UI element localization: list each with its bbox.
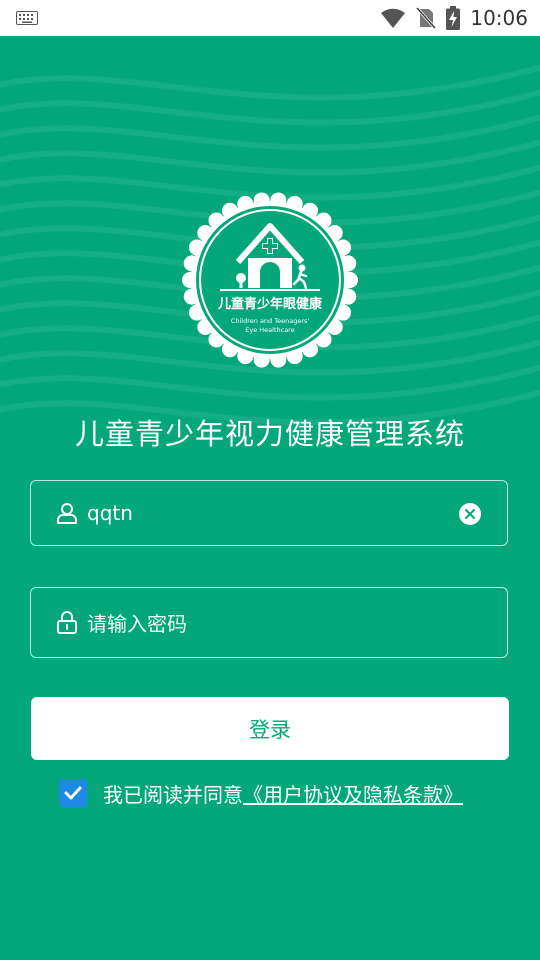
clear-icon[interactable] (459, 503, 481, 525)
lock-icon (57, 611, 77, 634)
logo-subtitle-line2: Eye Healthcare (245, 326, 294, 334)
agreement-prefix: 我已阅读并同意 (103, 782, 243, 807)
username-input[interactable]: qqtn (87, 481, 133, 545)
check-icon (64, 786, 82, 800)
username-field[interactable]: qqtn (30, 480, 508, 546)
app-title: 儿童青少年视力健康管理系统 (74, 417, 465, 451)
agreement-text: 我已阅读并同意《用户协议及隐私条款》 (103, 779, 463, 808)
no-sim-icon (416, 7, 437, 29)
logo-title: 儿童青少年眼健康 (217, 296, 323, 312)
clock: 10:06 (470, 6, 528, 30)
login-button[interactable]: 登录 (31, 697, 509, 760)
battery-charging-icon (446, 6, 461, 30)
logo-subtitle-line1: Children and Teenagers' (231, 317, 310, 325)
wifi-icon (381, 8, 406, 29)
password-field[interactable]: 请输入密码 (30, 587, 508, 658)
login-screen: 儿童青少年眼健康 Children and Teenagers' Eye Hea… (0, 36, 540, 960)
app-logo: 儿童青少年眼健康 Children and Teenagers' Eye Hea… (180, 190, 360, 370)
agreement-checkbox[interactable] (59, 779, 87, 807)
password-input[interactable]: 请输入密码 (87, 588, 187, 657)
agreement-row: 我已阅读并同意《用户协议及隐私条款》 (59, 778, 463, 808)
agreement-link[interactable]: 《用户协议及隐私条款》 (243, 783, 463, 807)
status-bar: 10:06 (0, 0, 540, 36)
user-icon (57, 503, 77, 524)
keyboard-icon (16, 11, 38, 25)
